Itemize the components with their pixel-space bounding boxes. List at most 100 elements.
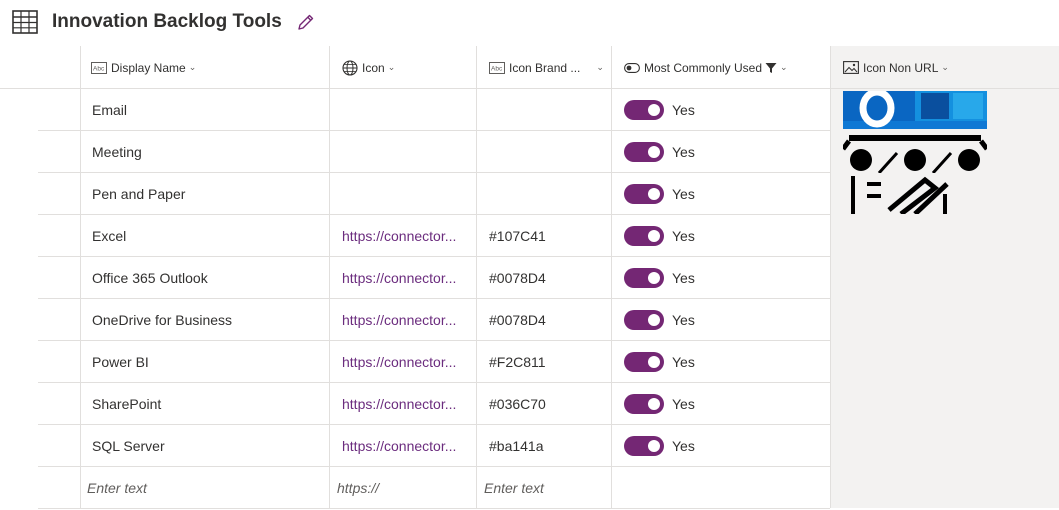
- toggle-switch[interactable]: [624, 99, 664, 120]
- row-selector[interactable]: [38, 383, 81, 424]
- toggle-label: Yes: [672, 437, 695, 454]
- row-selector[interactable]: [38, 425, 81, 466]
- cell-most-used[interactable]: Yes: [612, 257, 830, 298]
- cell-icon[interactable]: [330, 173, 477, 214]
- header-icon[interactable]: Icon ⌄: [330, 46, 477, 89]
- cell-display-name[interactable]: OneDrive for Business: [81, 299, 330, 340]
- header-icon-brand-label: Icon Brand ...: [509, 60, 581, 75]
- header-most-used-label: Most Commonly Used: [644, 60, 763, 75]
- cell-icon[interactable]: https://connector...: [330, 257, 477, 298]
- cell-most-used[interactable]: Yes: [612, 425, 830, 466]
- cell-icon-brand[interactable]: [477, 173, 612, 214]
- cell-most-used[interactable]: Yes: [612, 215, 830, 256]
- table-row[interactable]: Meeting Yes: [38, 131, 830, 173]
- toggle-switch[interactable]: [624, 183, 664, 204]
- cell-display-name[interactable]: Email: [81, 89, 330, 130]
- row-selector[interactable]: [38, 299, 81, 340]
- data-grid: Abc Display Name ⌄ Icon ⌄ Abc Icon Brand…: [0, 46, 1059, 510]
- svg-text:Abc: Abc: [93, 65, 105, 72]
- toggle-switch[interactable]: [624, 141, 664, 162]
- toggle-switch[interactable]: [624, 351, 664, 372]
- table-row[interactable]: Email Yes: [38, 89, 830, 131]
- cell-most-used[interactable]: Yes: [612, 383, 830, 424]
- image-icon: [843, 61, 859, 74]
- cell-display-name[interactable]: Pen and Paper: [81, 173, 330, 214]
- cell-icon[interactable]: https://connector...: [330, 341, 477, 382]
- table-row[interactable]: Pen and Paper Yes: [38, 173, 830, 215]
- cell-most-used[interactable]: Yes: [612, 89, 830, 130]
- new-most-used-cell[interactable]: [612, 467, 830, 508]
- header-display-name[interactable]: Abc Display Name ⌄: [81, 46, 330, 89]
- table-row[interactable]: Power BI https://connector... #F2C811 Ye…: [38, 341, 830, 383]
- cell-most-used[interactable]: Yes: [612, 299, 830, 340]
- new-icon-brand-input[interactable]: Enter text: [477, 467, 612, 508]
- header-most-used[interactable]: Most Commonly Used ⌄: [612, 46, 830, 89]
- chevron-down-icon[interactable]: ⌄: [189, 62, 197, 73]
- cell-most-used[interactable]: Yes: [612, 131, 830, 172]
- header-spacer: [0, 46, 81, 89]
- cell-most-used[interactable]: Yes: [612, 341, 830, 382]
- toggle-switch[interactable]: [624, 225, 664, 246]
- toggle-switch[interactable]: [624, 393, 664, 414]
- cell-most-used[interactable]: Yes: [612, 173, 830, 214]
- chevron-down-icon[interactable]: ⌄: [388, 62, 396, 73]
- cell-icon-brand[interactable]: #107C41: [477, 215, 612, 256]
- pen-and-paper-image: [851, 176, 949, 214]
- cell-display-name[interactable]: Office 365 Outlook: [81, 257, 330, 298]
- new-icon-input[interactable]: https://: [330, 467, 477, 508]
- toggle-switch[interactable]: [624, 309, 664, 330]
- cell-icon[interactable]: https://connector...: [330, 425, 477, 466]
- cell-icon[interactable]: https://connector...: [330, 299, 477, 340]
- cell-display-name[interactable]: Meeting: [81, 131, 330, 172]
- table-row[interactable]: SharePoint https://connector... #036C70 …: [38, 383, 830, 425]
- cell-icon-brand[interactable]: #ba141a: [477, 425, 612, 466]
- cell-icon-brand[interactable]: #036C70: [477, 383, 612, 424]
- row-selector[interactable]: [38, 215, 81, 256]
- cell-icon[interactable]: [330, 89, 477, 130]
- table-row[interactable]: Office 365 Outlook https://connector... …: [38, 257, 830, 299]
- header-icon-non-url[interactable]: Icon Non URL ⌄: [831, 46, 1059, 89]
- header-icon-label: Icon: [362, 60, 385, 75]
- toggle-icon: [624, 62, 640, 73]
- table-row[interactable]: OneDrive for Business https://connector.…: [38, 299, 830, 341]
- outlook-logo-image: [843, 91, 987, 129]
- chevron-down-icon[interactable]: ⌄: [941, 62, 949, 73]
- cell-icon-brand[interactable]: [477, 131, 612, 172]
- toggle-label: Yes: [672, 227, 695, 244]
- cell-icon[interactable]: https://connector...: [330, 215, 477, 256]
- toggle-label: Yes: [672, 353, 695, 370]
- cell-icon[interactable]: [330, 131, 477, 172]
- table-row[interactable]: SQL Server https://connector... #ba141a …: [38, 425, 830, 467]
- cell-icon-brand[interactable]: #0078D4: [477, 299, 612, 340]
- row-selector[interactable]: [38, 173, 81, 214]
- header-icon-brand[interactable]: Abc Icon Brand ... ⌄: [477, 46, 612, 89]
- chevron-down-icon[interactable]: ⌄: [596, 62, 604, 73]
- edit-pencil-icon[interactable]: [296, 12, 316, 32]
- toggle-switch[interactable]: [624, 435, 664, 456]
- cell-icon-brand[interactable]: #F2C811: [477, 341, 612, 382]
- header-display-name-label: Display Name: [111, 60, 186, 75]
- text-field-icon: Abc: [489, 61, 505, 74]
- chevron-down-icon[interactable]: ⌄: [780, 62, 788, 73]
- toggle-label: Yes: [672, 311, 695, 328]
- row-selector[interactable]: [38, 257, 81, 298]
- toggle-label: Yes: [672, 143, 695, 160]
- table-row[interactable]: Excel https://connector... #107C41 Yes: [38, 215, 830, 257]
- meeting-image: [843, 135, 987, 173]
- row-selector[interactable]: [38, 131, 81, 172]
- cell-icon[interactable]: https://connector...: [330, 383, 477, 424]
- page-title: Innovation Backlog Tools: [52, 11, 282, 32]
- cell-display-name[interactable]: SQL Server: [81, 425, 330, 466]
- new-row[interactable]: Enter text https:// Enter text: [38, 467, 830, 509]
- row-selector[interactable]: [38, 89, 81, 130]
- new-display-name-input[interactable]: Enter text: [81, 467, 330, 508]
- toggle-switch[interactable]: [624, 267, 664, 288]
- cell-display-name[interactable]: Excel: [81, 215, 330, 256]
- cell-display-name[interactable]: Power BI: [81, 341, 330, 382]
- title-bar: Innovation Backlog Tools: [0, 0, 1059, 46]
- cell-icon-brand[interactable]: [477, 89, 612, 130]
- row-selector[interactable]: [38, 341, 81, 382]
- cell-display-name[interactable]: SharePoint: [81, 383, 330, 424]
- cell-icon-brand[interactable]: #0078D4: [477, 257, 612, 298]
- filter-icon[interactable]: [765, 62, 777, 74]
